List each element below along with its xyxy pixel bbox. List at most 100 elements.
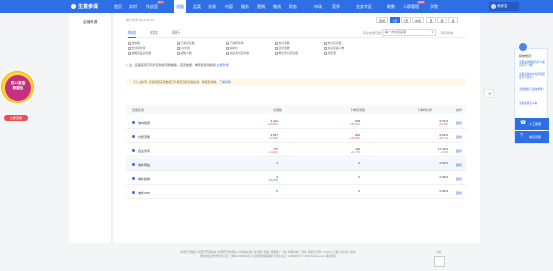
upgrade-link[interactable]: 立即升级 [217, 63, 229, 67]
expand-panel-button[interactable]: ⇥ [484, 89, 494, 98]
trend-link[interactable]: 趋势 [456, 163, 462, 167]
nav-item-6[interactable]: 内容 [225, 4, 233, 10]
trend-link[interactable]: 趋势 [456, 135, 462, 139]
metric-checkbox[interactable]: 收藏商品买家数 [128, 51, 151, 55]
update-time: 统计时间 2019-11-10 [126, 18, 154, 22]
range-button-0[interactable]: 实时 [376, 17, 388, 23]
nav-item-label: 服务 [241, 4, 249, 9]
value-number: 6.07% [439, 118, 448, 123]
metric-checkbox[interactable]: 客单价 [226, 46, 238, 50]
header-order-buyers[interactable]: 下单买家数 [350, 108, 365, 112]
promo-badge[interactable]: 双11复盘 数据包 [1, 71, 34, 103]
checkbox-box [128, 42, 131, 45]
checkbox-label: 支付金额 [278, 41, 290, 45]
metric-checkbox[interactable]: 浏览量 [324, 51, 336, 55]
metric-checkbox[interactable]: 新访客数 [275, 46, 290, 50]
nav-item-3[interactable]: 流量 [174, 0, 186, 13]
metric-checkbox[interactable]: 粉丝支付买家数 [275, 51, 298, 55]
nav-item-label: 财务 [289, 4, 297, 9]
value-number: 2,567 [270, 132, 278, 137]
faq-button[interactable]: ? 常见问题 [515, 131, 549, 143]
range-button-2[interactable]: 7天 [401, 17, 411, 23]
assistant-question[interactable]: 流量来源数据为什么和实时不一致？ [519, 61, 547, 67]
nav-item-0[interactable]: 首页 [114, 4, 122, 10]
table-row[interactable]: 淘内免费 3,422 +125.56% 208 +150.18% 6.07% +12.40%… [126, 116, 466, 129]
trend-link[interactable]: 趋势 [456, 191, 462, 195]
metric-checkbox[interactable]: 加购人数 [177, 51, 192, 55]
table-row[interactable]: 淘外媒体 0 -100.00% 0-0.00% - 趋势 [126, 172, 466, 185]
app-logo[interactable]: 生意参谋 [71, 3, 98, 10]
trend-link[interactable]: 趋势 [456, 121, 462, 125]
checkbox-label: 收藏商品买家数 [131, 51, 152, 55]
table-row[interactable]: 淘外网站 1-0-0.00% - 趋势 [126, 158, 466, 171]
assistant-question[interactable]: 流量数据下载在哪里？ [519, 88, 547, 91]
metric-checkbox[interactable]: 下单转化率 [226, 41, 244, 45]
range-button-6[interactable]: 月 [448, 17, 458, 23]
details-link[interactable]: 了解详情 [220, 80, 231, 84]
sidebar-item-store-source[interactable]: 店铺来源 [83, 20, 97, 25]
table-row[interactable]: 淘外APP 0-0-0.00% - 趋势 [126, 186, 466, 199]
value-number: 0 [276, 174, 278, 179]
metric-checkbox[interactable]: 直接支付买家数 [226, 51, 249, 55]
nav-item-9[interactable]: 物流 [273, 4, 281, 10]
range-button-3[interactable]: 30天 [412, 17, 424, 23]
tab-0[interactable]: 构成 [128, 30, 136, 38]
range-button-4[interactable]: 日 [426, 17, 436, 23]
source-dot-icon [132, 177, 135, 180]
assistant-question[interactable]: 流量来源中的免费流量是什么意思？ [519, 73, 547, 79]
promo-view-button[interactable]: 立即查看 [4, 115, 28, 121]
metric-checkbox[interactable]: 支付金额 [275, 41, 290, 45]
value-change: - [359, 193, 360, 196]
nav-item-12[interactable]: 竞争 [332, 4, 340, 10]
value-number: 0 [358, 174, 360, 179]
nav-item-5[interactable]: 交易 [208, 4, 216, 10]
trend-link[interactable]: 趋势 [456, 149, 462, 153]
nav-item-label: 流量 [176, 4, 184, 9]
metric-checkbox[interactable]: 访客数 [128, 41, 140, 45]
table-row[interactable]: 自主访问 775 +14.00% 115 +11.17% 17.42% -2.47% 趋势 [126, 144, 466, 157]
nav-item-1[interactable]: 实时 [129, 4, 137, 10]
user-menu[interactable]: 商家名 [489, 2, 519, 11]
assistant-question[interactable]: 流量来源怎么看 [519, 102, 547, 105]
nav-item-7[interactable]: 服务 [241, 4, 249, 10]
header-order-rate[interactable]: 下单转化率 [417, 108, 432, 112]
tab-1[interactable]: 对比 [150, 30, 158, 36]
nav-item-2[interactable]: 作战室 HOT [146, 1, 164, 10]
nav-item-14[interactable]: 取数 [387, 4, 395, 10]
value-change: +125.56% [267, 123, 278, 126]
checkbox-label: 新访客数 [278, 46, 290, 50]
trend-link[interactable]: 趋势 [456, 177, 462, 181]
value-number: 0.00% [439, 160, 448, 165]
checkbox-label: UV价值 [180, 46, 190, 50]
nav-item-4[interactable]: 品类 [193, 4, 201, 10]
metric-checkbox[interactable]: 关注店铺人数 [324, 46, 344, 50]
footer-link-list[interactable]: 阿里巴巴集团 | 阿里巴巴国际站 | 阿里巴巴中国站 | 全球速卖通 | 淘宝网… [180, 251, 355, 254]
value-number: 3,422 [270, 118, 278, 123]
terminal-filter[interactable]: 所有终端 [441, 31, 453, 35]
header-action: 操作 [456, 108, 463, 112]
value-number: 0 [276, 188, 278, 193]
logo-icon [71, 4, 76, 9]
human-service-button[interactable]: ☎ 人工客服 [515, 118, 549, 130]
nav-item-8[interactable]: 营销 [257, 4, 265, 10]
metric-checkbox[interactable]: UV价值 [177, 46, 190, 50]
table-header: 流量来源 访客数 下单买家数 下单转化率 操作 [126, 105, 466, 114]
tab-2[interactable]: 同行 [172, 30, 180, 36]
channel-select[interactable]: 每一次访问来源 ▾ [382, 29, 436, 36]
checkbox-box [226, 47, 229, 50]
nav-item-15[interactable]: 人群管理 NEW [403, 1, 425, 10]
header-source: 流量来源 [132, 108, 145, 112]
nav-item-11[interactable]: 市场 [314, 4, 322, 10]
metric-checkbox[interactable]: 支付买家数 [324, 41, 342, 45]
table-row[interactable]: 付费流量 2,567 +72.90% 200 +132.88% 8.20% +69.71% 趋… [126, 130, 466, 143]
metric-checkbox[interactable]: 支付转化率 [128, 46, 146, 50]
range-button-5[interactable]: 周 [437, 17, 447, 23]
checkbox-label: 下单转化率 [229, 41, 244, 45]
nav-item-16[interactable]: 学院 [430, 4, 438, 10]
metric-checkbox[interactable]: 下单买家数 [177, 41, 195, 45]
range-button-1[interactable]: 1天 [390, 17, 400, 23]
nav-item-10[interactable]: 财务 [289, 4, 297, 10]
channel-select-value: 每一次访问来源 [385, 30, 407, 34]
header-visitors[interactable]: 访客数 [273, 108, 282, 112]
nav-item-13[interactable]: 业务专区 [356, 4, 372, 10]
